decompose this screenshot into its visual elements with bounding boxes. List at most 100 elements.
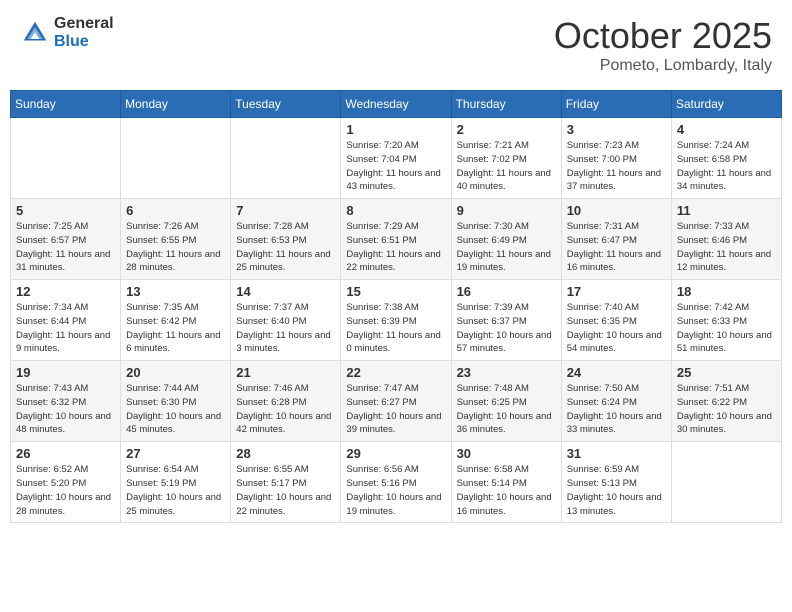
day-number: 7 (236, 203, 335, 218)
calendar-cell: 26Sunrise: 6:52 AM Sunset: 5:20 PM Dayli… (11, 442, 121, 523)
day-info: Sunrise: 6:55 AM Sunset: 5:17 PM Dayligh… (236, 463, 335, 518)
day-number: 15 (346, 284, 445, 299)
day-number: 8 (346, 203, 445, 218)
calendar-cell: 11 Sunrise: 7:33 AM Sunset: 6:46 PM Dayli… (671, 199, 781, 280)
calendar-cell: 7 Sunrise: 7:28 AM Sunset: 6:53 PM Daylig… (231, 199, 341, 280)
day-number: 10 (567, 203, 666, 218)
weekday-header-sunday: Sunday (11, 91, 121, 118)
calendar-cell (231, 118, 341, 199)
logo-blue-text: Blue (54, 33, 114, 51)
day-number: 30 (457, 446, 556, 461)
calendar-cell: 9Sunrise: 7:30 AM Sunset: 6:49 PM Daylig… (451, 199, 561, 280)
calendar-cell: 5Sunrise: 7:25 AM Sunset: 6:57 PM Daylig… (11, 199, 121, 280)
day-info: Sunrise: 7:28 AM Sunset: 6:53 PM Dayligh… (236, 220, 335, 275)
calendar-cell: 14 Sunrise: 7:37 AM Sunset: 6:40 PM Dayli… (231, 280, 341, 361)
day-number: 29 (346, 446, 445, 461)
day-info: Sunrise: 7:31 AM Sunset: 6:47 PM Dayligh… (567, 220, 666, 275)
day-info: Sunrise: 7:37 AM Sunset: 6:40 PM Dayligh… (236, 301, 335, 356)
month-title: October 2025 (554, 15, 772, 57)
day-info: Sunrise: 6:52 AM Sunset: 5:20 PM Dayligh… (16, 463, 115, 518)
calendar-cell: 21 Sunrise: 7:46 AM Sunset: 6:28 PM Dayli… (231, 361, 341, 442)
weekday-header-thursday: Thursday (451, 91, 561, 118)
day-info: Sunrise: 7:51 AM Sunset: 6:22 PM Dayligh… (677, 382, 776, 437)
day-number: 19 (16, 365, 115, 380)
calendar-cell: 10 Sunrise: 7:31 AM Sunset: 6:47 PM Dayli… (561, 199, 671, 280)
day-info: Sunrise: 7:21 AM Sunset: 7:02 PM Dayligh… (457, 139, 556, 194)
week-row-3: 19Sunrise: 7:43 AM Sunset: 6:32 PM Dayli… (11, 361, 782, 442)
calendar-cell: 4 Sunrise: 7:24 AM Sunset: 6:58 PM Daylig… (671, 118, 781, 199)
calendar-cell: 29 Sunrise: 6:56 AM Sunset: 5:16 PM Dayli… (341, 442, 451, 523)
day-number: 4 (677, 122, 776, 137)
calendar-cell: 12 Sunrise: 7:34 AM Sunset: 6:44 PM Dayli… (11, 280, 121, 361)
day-number: 20 (126, 365, 225, 380)
calendar-cell (121, 118, 231, 199)
calendar-cell: 30 Sunrise: 6:58 AM Sunset: 5:14 PM Dayli… (451, 442, 561, 523)
logo-general-text: General (54, 15, 114, 33)
calendar-cell: 8Sunrise: 7:29 AM Sunset: 6:51 PM Daylig… (341, 199, 451, 280)
day-info: Sunrise: 6:56 AM Sunset: 5:16 PM Dayligh… (346, 463, 445, 518)
calendar-cell: 20Sunrise: 7:44 AM Sunset: 6:30 PM Dayli… (121, 361, 231, 442)
day-info: Sunrise: 7:25 AM Sunset: 6:57 PM Dayligh… (16, 220, 115, 275)
day-number: 18 (677, 284, 776, 299)
calendar-cell: 22 Sunrise: 7:47 AM Sunset: 6:27 PM Dayli… (341, 361, 451, 442)
week-row-4: 26Sunrise: 6:52 AM Sunset: 5:20 PM Dayli… (11, 442, 782, 523)
calendar-cell: 28 Sunrise: 6:55 AM Sunset: 5:17 PM Dayli… (231, 442, 341, 523)
day-info: Sunrise: 7:42 AM Sunset: 6:33 PM Dayligh… (677, 301, 776, 356)
day-info: Sunrise: 7:23 AM Sunset: 7:00 PM Dayligh… (567, 139, 666, 194)
day-info: Sunrise: 7:47 AM Sunset: 6:27 PM Dayligh… (346, 382, 445, 437)
day-info: Sunrise: 6:59 AM Sunset: 5:13 PM Dayligh… (567, 463, 666, 518)
calendar-cell (671, 442, 781, 523)
title-block: October 2025 Pometo, Lombardy, Italy (554, 15, 772, 75)
day-number: 27 (126, 446, 225, 461)
calendar-cell: 31 Sunrise: 6:59 AM Sunset: 5:13 PM Dayli… (561, 442, 671, 523)
day-info: Sunrise: 7:20 AM Sunset: 7:04 PM Dayligh… (346, 139, 445, 194)
calendar-cell: 24 Sunrise: 7:50 AM Sunset: 6:24 PM Dayli… (561, 361, 671, 442)
day-number: 14 (236, 284, 335, 299)
day-info: Sunrise: 7:33 AM Sunset: 6:46 PM Dayligh… (677, 220, 776, 275)
day-number: 12 (16, 284, 115, 299)
day-number: 23 (457, 365, 556, 380)
day-number: 25 (677, 365, 776, 380)
calendar-cell: 6 Sunrise: 7:26 AM Sunset: 6:55 PM Daylig… (121, 199, 231, 280)
day-number: 2 (457, 122, 556, 137)
logo-icon (20, 18, 50, 48)
day-info: Sunrise: 7:40 AM Sunset: 6:35 PM Dayligh… (567, 301, 666, 356)
calendar-cell: 3 Sunrise: 7:23 AM Sunset: 7:00 PM Daylig… (561, 118, 671, 199)
day-info: Sunrise: 7:38 AM Sunset: 6:39 PM Dayligh… (346, 301, 445, 356)
day-number: 31 (567, 446, 666, 461)
weekday-header-monday: Monday (121, 91, 231, 118)
calendar-table: SundayMondayTuesdayWednesdayThursdayFrid… (10, 90, 782, 523)
day-info: Sunrise: 6:54 AM Sunset: 5:19 PM Dayligh… (126, 463, 225, 518)
day-number: 13 (126, 284, 225, 299)
calendar-cell: 25 Sunrise: 7:51 AM Sunset: 6:22 PM Dayli… (671, 361, 781, 442)
week-row-1: 5Sunrise: 7:25 AM Sunset: 6:57 PM Daylig… (11, 199, 782, 280)
day-number: 21 (236, 365, 335, 380)
day-info: Sunrise: 7:50 AM Sunset: 6:24 PM Dayligh… (567, 382, 666, 437)
day-info: Sunrise: 7:26 AM Sunset: 6:55 PM Dayligh… (126, 220, 225, 275)
day-info: Sunrise: 7:46 AM Sunset: 6:28 PM Dayligh… (236, 382, 335, 437)
calendar-cell: 27 Sunrise: 6:54 AM Sunset: 5:19 PM Dayli… (121, 442, 231, 523)
calendar-cell: 16Sunrise: 7:39 AM Sunset: 6:37 PM Dayli… (451, 280, 561, 361)
weekday-header-friday: Friday (561, 91, 671, 118)
calendar-cell: 23 Sunrise: 7:48 AM Sunset: 6:25 PM Dayli… (451, 361, 561, 442)
day-info: Sunrise: 7:24 AM Sunset: 6:58 PM Dayligh… (677, 139, 776, 194)
day-info: Sunrise: 7:48 AM Sunset: 6:25 PM Dayligh… (457, 382, 556, 437)
weekday-header-tuesday: Tuesday (231, 91, 341, 118)
day-number: 6 (126, 203, 225, 218)
calendar-cell: 2 Sunrise: 7:21 AM Sunset: 7:02 PM Daylig… (451, 118, 561, 199)
day-info: Sunrise: 7:35 AM Sunset: 6:42 PM Dayligh… (126, 301, 225, 356)
page-header: General Blue October 2025 Pometo, Lombar… (10, 10, 782, 80)
day-number: 24 (567, 365, 666, 380)
day-number: 17 (567, 284, 666, 299)
day-info: Sunrise: 7:39 AM Sunset: 6:37 PM Dayligh… (457, 301, 556, 356)
day-number: 11 (677, 203, 776, 218)
day-number: 22 (346, 365, 445, 380)
calendar-cell (11, 118, 121, 199)
day-number: 3 (567, 122, 666, 137)
location-text: Pometo, Lombardy, Italy (554, 57, 772, 75)
day-number: 28 (236, 446, 335, 461)
calendar-cell: 15 Sunrise: 7:38 AM Sunset: 6:39 PM Dayli… (341, 280, 451, 361)
logo: General Blue (20, 15, 114, 50)
day-info: Sunrise: 7:34 AM Sunset: 6:44 PM Dayligh… (16, 301, 115, 356)
day-info: Sunrise: 6:58 AM Sunset: 5:14 PM Dayligh… (457, 463, 556, 518)
